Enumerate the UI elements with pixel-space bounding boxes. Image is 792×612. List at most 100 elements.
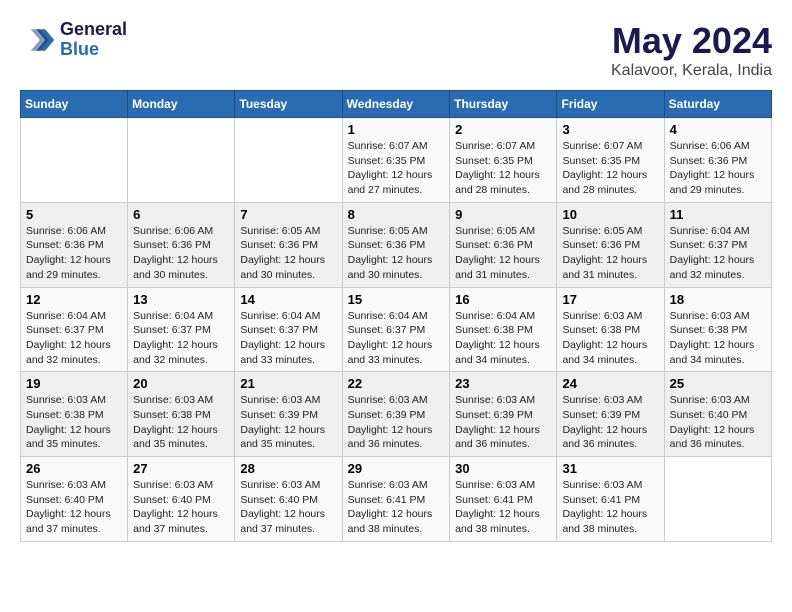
day-info: Sunrise: 6:04 AM Sunset: 6:37 PM Dayligh… [348,309,445,368]
day-number: 5 [26,207,122,222]
day-info: Sunrise: 6:04 AM Sunset: 6:37 PM Dayligh… [240,309,336,368]
day-number: 21 [240,376,336,391]
week-row-4: 19 Sunrise: 6:03 AM Sunset: 6:38 PM Dayli… [21,372,772,457]
day-number: 2 [455,122,551,137]
day-number: 31 [562,461,658,476]
day-info: Sunrise: 6:07 AM Sunset: 6:35 PM Dayligh… [455,139,551,198]
page-header: General Blue May 2024 Kalavoor, Kerala, … [20,20,772,80]
day-number: 20 [133,376,229,391]
day-info: Sunrise: 6:03 AM Sunset: 6:38 PM Dayligh… [133,393,229,452]
day-info: Sunrise: 6:03 AM Sunset: 6:40 PM Dayligh… [133,478,229,537]
calendar-cell: 4 Sunrise: 6:06 AM Sunset: 6:36 PM Daylig… [664,118,771,203]
weekday-header-saturday: Saturday [664,91,771,118]
calendar-cell [235,118,342,203]
location-title: Kalavoor, Kerala, India [611,62,772,80]
day-info: Sunrise: 6:05 AM Sunset: 6:36 PM Dayligh… [562,224,658,283]
calendar-cell: 15Sunrise: 6:04 AM Sunset: 6:37 PM Dayli… [342,287,450,372]
calendar-cell: 6Sunrise: 6:06 AM Sunset: 6:36 PM Daylig… [128,202,235,287]
day-number: 23 [455,376,551,391]
calendar-cell: 21Sunrise: 6:03 AM Sunset: 6:39 PM Dayli… [235,372,342,457]
title-block: May 2024 Kalavoor, Kerala, India [611,20,772,80]
day-info: Sunrise: 6:04 AM Sunset: 6:37 PM Dayligh… [133,309,229,368]
weekday-header-friday: Friday [557,91,664,118]
day-number: 7 [240,207,336,222]
weekday-header-row: SundayMondayTuesdayWednesdayThursdayFrid… [21,91,772,118]
calendar-cell: 11 Sunrise: 6:04 AM Sunset: 6:37 PM Dayli… [664,202,771,287]
day-info: Sunrise: 6:05 AM Sunset: 6:36 PM Dayligh… [455,224,551,283]
day-info: Sunrise: 6:06 AM Sunset: 6:36 PM Dayligh… [670,139,766,198]
day-info: Sunrise: 6:05 AM Sunset: 6:36 PM Dayligh… [240,224,336,283]
day-number: 9 [455,207,551,222]
calendar-cell: 30Sunrise: 6:03 AM Sunset: 6:41 PM Dayli… [450,457,557,542]
calendar-cell: 10 Sunrise: 6:05 AM Sunset: 6:36 PM Dayli… [557,202,664,287]
day-info: Sunrise: 6:03 AM Sunset: 6:39 PM Dayligh… [562,393,658,452]
calendar-cell: 23 Sunrise: 6:03 AM Sunset: 6:39 PM Dayli… [450,372,557,457]
day-number: 29 [348,461,445,476]
day-info: Sunrise: 6:03 AM Sunset: 6:40 PM Dayligh… [240,478,336,537]
day-number: 19 [26,376,122,391]
calendar-cell: 22Sunrise: 6:03 AM Sunset: 6:39 PM Dayli… [342,372,450,457]
calendar-cell: 19Sunrise: 6:03 AM Sunset: 6:38 PM Dayli… [21,372,128,457]
day-info: Sunrise: 6:03 AM Sunset: 6:40 PM Dayligh… [26,478,122,537]
calendar-cell: 16 Sunrise: 6:04 AM Sunset: 6:38 PM Dayli… [450,287,557,372]
calendar-cell: 29 Sunrise: 6:03 AM Sunset: 6:41 PM Dayli… [342,457,450,542]
calendar-cell: 25Sunrise: 6:03 AM Sunset: 6:40 PM Dayli… [664,372,771,457]
calendar-cell: 26 Sunrise: 6:03 AM Sunset: 6:40 PM Dayli… [21,457,128,542]
logo-line2: Blue [60,40,127,60]
logo-line1: General [60,20,127,40]
calendar-cell: 3 Sunrise: 6:07 AM Sunset: 6:35 PM Daylig… [557,118,664,203]
day-info: Sunrise: 6:03 AM Sunset: 6:41 PM Dayligh… [348,478,445,537]
calendar-cell: 31Sunrise: 6:03 AM Sunset: 6:41 PM Dayli… [557,457,664,542]
day-info: Sunrise: 6:03 AM Sunset: 6:39 PM Dayligh… [348,393,445,452]
day-info: Sunrise: 6:07 AM Sunset: 6:35 PM Dayligh… [348,139,445,198]
day-number: 26 [26,461,122,476]
calendar-cell: 17Sunrise: 6:03 AM Sunset: 6:38 PM Dayli… [557,287,664,372]
calendar-cell: 8Sunrise: 6:05 AM Sunset: 6:36 PM Daylig… [342,202,450,287]
calendar-cell: 2 Sunrise: 6:07 AM Sunset: 6:35 PM Daylig… [450,118,557,203]
logo-icon [20,22,56,58]
day-number: 12 [26,292,122,307]
day-info: Sunrise: 6:07 AM Sunset: 6:35 PM Dayligh… [562,139,658,198]
logo-text: General Blue [60,20,127,60]
day-info: Sunrise: 6:03 AM Sunset: 6:38 PM Dayligh… [562,309,658,368]
month-title: May 2024 [611,20,772,62]
week-row-1: 1 Sunrise: 6:07 AM Sunset: 6:35 PM Daylig… [21,118,772,203]
calendar-cell: 7 Sunrise: 6:05 AM Sunset: 6:36 PM Daylig… [235,202,342,287]
day-number: 3 [562,122,658,137]
day-number: 16 [455,292,551,307]
day-number: 24 [562,376,658,391]
weekday-header-wednesday: Wednesday [342,91,450,118]
day-info: Sunrise: 6:03 AM Sunset: 6:38 PM Dayligh… [670,309,766,368]
weekday-header-sunday: Sunday [21,91,128,118]
day-number: 4 [670,122,766,137]
calendar-cell: 13Sunrise: 6:04 AM Sunset: 6:37 PM Dayli… [128,287,235,372]
calendar-cell: 27Sunrise: 6:03 AM Sunset: 6:40 PM Dayli… [128,457,235,542]
day-number: 10 [562,207,658,222]
calendar-cell [21,118,128,203]
day-number: 18 [670,292,766,307]
day-number: 6 [133,207,229,222]
day-info: Sunrise: 6:03 AM Sunset: 6:39 PM Dayligh… [455,393,551,452]
calendar-table: SundayMondayTuesdayWednesdayThursdayFrid… [20,90,772,542]
calendar-cell: 5Sunrise: 6:06 AM Sunset: 6:36 PM Daylig… [21,202,128,287]
day-number: 1 [348,122,445,137]
week-row-5: 26 Sunrise: 6:03 AM Sunset: 6:40 PM Dayli… [21,457,772,542]
calendar-cell: 28 Sunrise: 6:03 AM Sunset: 6:40 PM Dayli… [235,457,342,542]
calendar-cell: 14 Sunrise: 6:04 AM Sunset: 6:37 PM Dayli… [235,287,342,372]
day-info: Sunrise: 6:05 AM Sunset: 6:36 PM Dayligh… [348,224,445,283]
day-number: 28 [240,461,336,476]
calendar-cell: 1 Sunrise: 6:07 AM Sunset: 6:35 PM Daylig… [342,118,450,203]
day-number: 14 [240,292,336,307]
calendar-cell [664,457,771,542]
day-number: 30 [455,461,551,476]
calendar-cell [128,118,235,203]
day-info: Sunrise: 6:03 AM Sunset: 6:40 PM Dayligh… [670,393,766,452]
calendar-cell: 9 Sunrise: 6:05 AM Sunset: 6:36 PM Daylig… [450,202,557,287]
calendar-cell: 20 Sunrise: 6:03 AM Sunset: 6:38 PM Dayli… [128,372,235,457]
day-info: Sunrise: 6:04 AM Sunset: 6:38 PM Dayligh… [455,309,551,368]
day-info: Sunrise: 6:04 AM Sunset: 6:37 PM Dayligh… [670,224,766,283]
day-number: 11 [670,207,766,222]
weekday-header-tuesday: Tuesday [235,91,342,118]
weekday-header-thursday: Thursday [450,91,557,118]
calendar-cell: 12Sunrise: 6:04 AM Sunset: 6:37 PM Dayli… [21,287,128,372]
